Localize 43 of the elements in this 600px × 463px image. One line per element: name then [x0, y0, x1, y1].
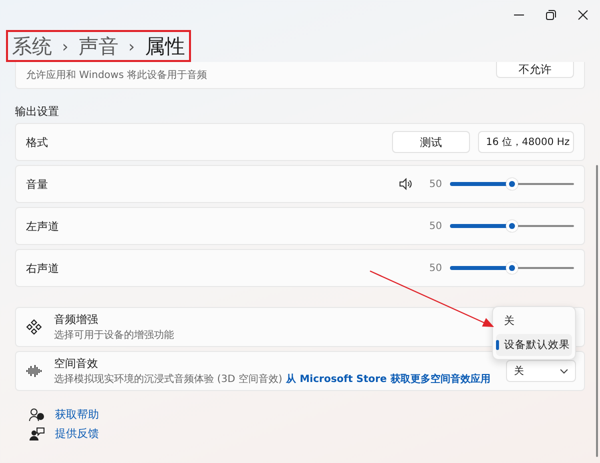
breadcrumb-separator: › [62, 36, 68, 56]
section-heading: 输出设置 [15, 105, 60, 118]
sparkle-icon [26, 319, 42, 335]
restore-icon[interactable] [546, 10, 556, 20]
slider[interactable] [450, 261, 574, 275]
setting-label: 音频增强 [54, 312, 98, 327]
slider-thumb[interactable] [506, 220, 518, 232]
minimize-icon[interactable] [514, 14, 524, 16]
slider-value: 50 [429, 262, 442, 274]
help-icon [29, 408, 45, 422]
slider[interactable] [450, 219, 574, 233]
setting-label: 音量 [26, 176, 49, 192]
scrollbar[interactable] [596, 165, 598, 457]
slider[interactable] [450, 177, 574, 191]
setting-description: 允许应用和 Windows 将此设备用于音频 [26, 68, 207, 82]
close-icon[interactable] [578, 10, 588, 20]
store-link[interactable]: 从 Microsoft Store 获取更多空间音效应用 [286, 372, 490, 386]
format-dropdown[interactable]: 16 位，48000 Hz [478, 131, 574, 153]
setting-label: 空间音效 [54, 356, 98, 371]
setting-label: 左声道 [26, 218, 60, 234]
chevron-down-icon [560, 368, 568, 374]
help-link[interactable]: 提供反馈 [55, 426, 99, 441]
setting-label: 右声道 [26, 260, 60, 276]
breadcrumb-item[interactable]: 系统 [12, 32, 52, 60]
slider-thumb[interactable] [506, 262, 518, 274]
breadcrumb-separator: › [128, 36, 135, 56]
slider-thumb[interactable] [506, 178, 518, 190]
menu-item[interactable]: 关 [496, 310, 572, 332]
speaker-icon[interactable] [399, 178, 414, 190]
slider-value: 50 [429, 178, 442, 190]
waveform-icon [26, 363, 42, 379]
disallow-button[interactable]: 不允许 [496, 62, 574, 78]
menu-item[interactable]: 设备默认效果 [496, 334, 572, 356]
setting-description: 选择模拟现实环境的沉浸式音频体验 (3D 空间音效) [54, 372, 282, 386]
feedback-icon [29, 426, 45, 440]
dropdown[interactable]: 关 [506, 360, 576, 382]
setting-description: 选择可用于设备的增强功能 [54, 328, 174, 342]
slider-value: 50 [429, 220, 442, 232]
help-link[interactable]: 获取帮助 [55, 407, 99, 422]
test-button[interactable]: 测试 [392, 131, 470, 153]
breadcrumb-item: 属性 [144, 32, 185, 60]
setting-label: 格式 [26, 134, 49, 150]
breadcrumb-item[interactable]: 声音 [78, 32, 118, 60]
